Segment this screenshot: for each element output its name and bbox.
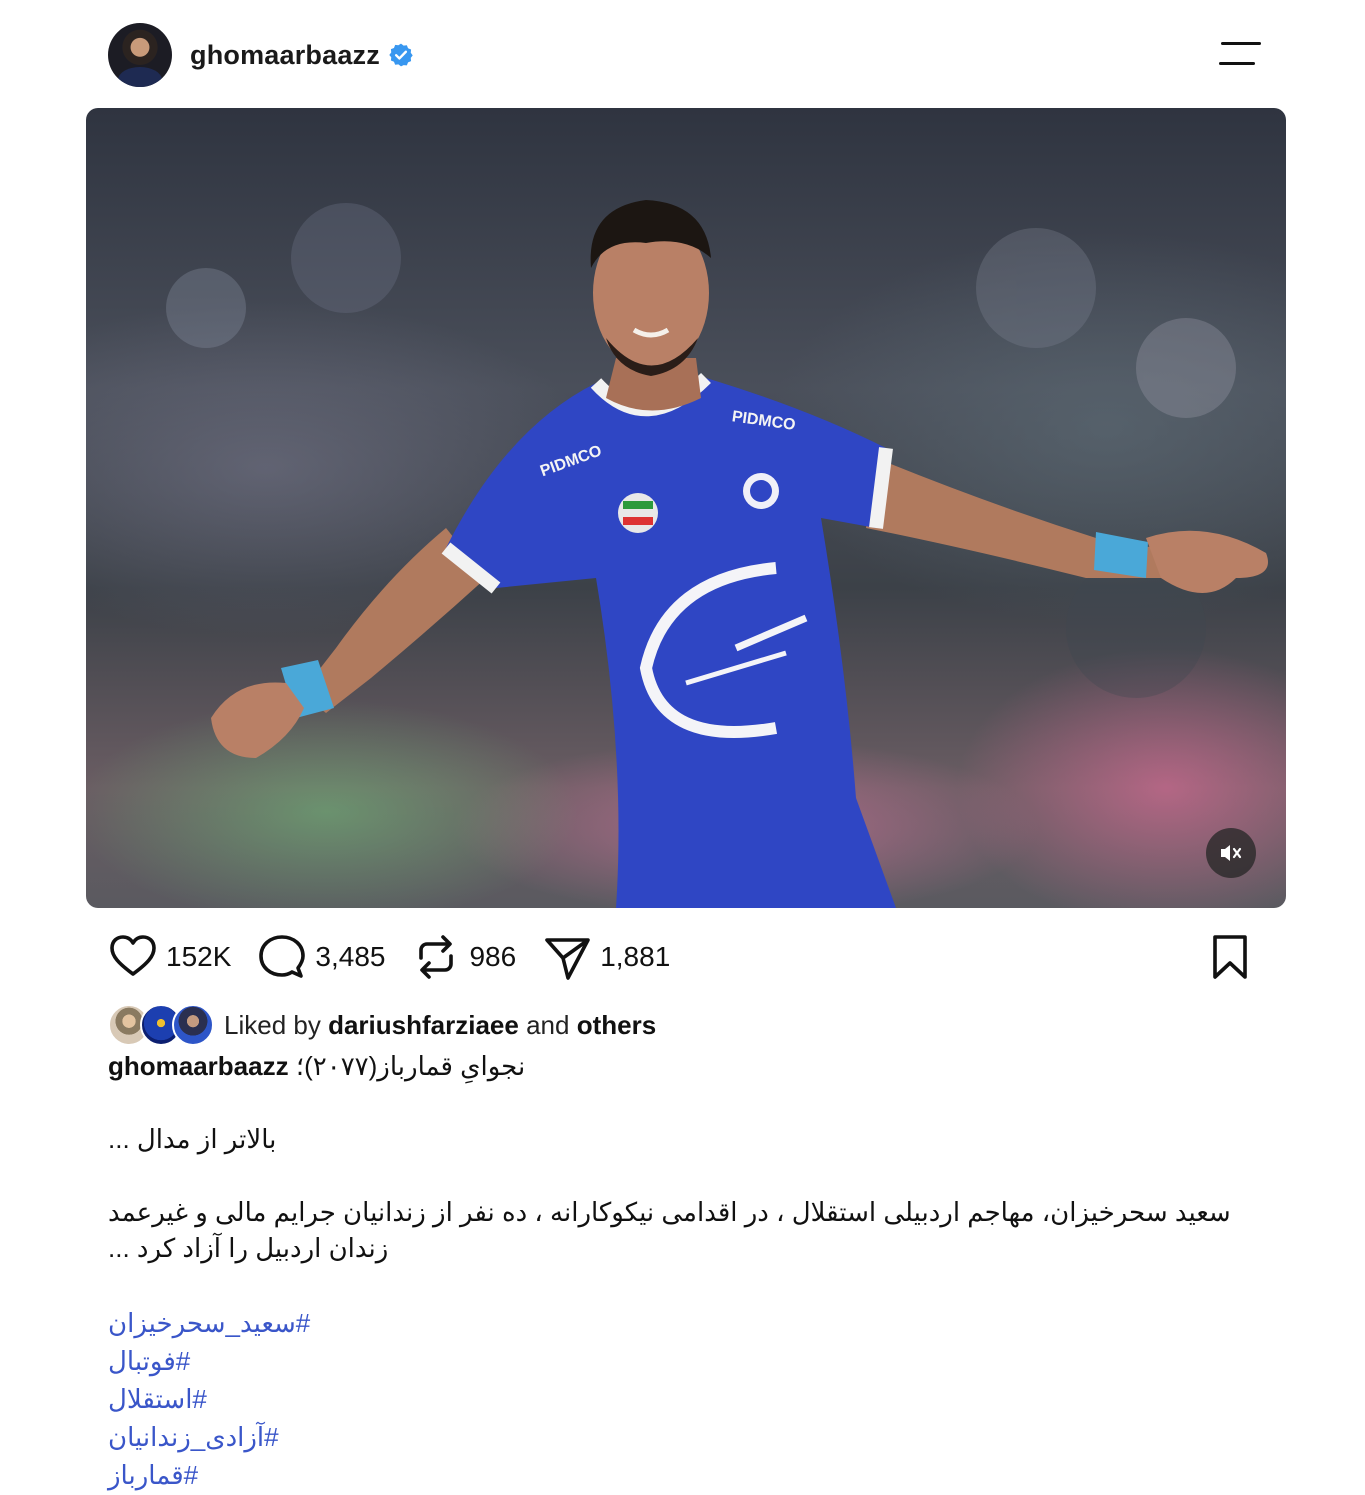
repost-button[interactable]: 986	[411, 932, 516, 982]
comment-count: 3,485	[315, 941, 386, 972]
caption-line: سعید سحرخیزان، مهاجم اردبیلی استقلال ، د…	[108, 1197, 1231, 1227]
liked-by-avatars[interactable]	[108, 1004, 214, 1046]
caption-username[interactable]: ghomaarbaazz	[108, 1048, 289, 1084]
comment-icon	[259, 935, 306, 978]
liked-by-prefix: Liked by	[224, 1009, 321, 1040]
caption-title: نجوایِ قمارباز(۲۰۷۷)؛	[295, 1051, 526, 1081]
repost-icon	[419, 935, 454, 979]
like-button[interactable]: 152K	[108, 932, 231, 982]
post-username[interactable]: ghomaarbaazz	[190, 40, 380, 71]
hashtag-link[interactable]: #قمارباز	[108, 1456, 1238, 1494]
comment-button[interactable]: 3,485	[257, 932, 385, 982]
menu-icon[interactable]	[1219, 42, 1261, 70]
caption-line: بالاتر از مدال ...	[108, 1124, 277, 1154]
hashtag-link[interactable]: #فوتبال	[108, 1342, 1238, 1380]
avatar[interactable]	[108, 23, 172, 87]
verified-badge-icon	[389, 43, 413, 67]
share-count: 1,881	[600, 941, 671, 972]
post-caption: ghomaarbaazz نجوایِ قمارباز(۲۰۷۷)؛ بالات…	[108, 1048, 1238, 1494]
heart-icon	[110, 935, 156, 976]
share-button[interactable]: 1,881	[542, 932, 670, 982]
player-photo: PIDMCO PIDMCO	[166, 200, 1268, 908]
hashtag-list: #سعید_سحرخیزان #فوتبال #استقلال #آزادی_ز…	[108, 1304, 1238, 1494]
post-media[interactable]: PIDMCO PIDMCO	[86, 108, 1286, 908]
liked-by: Liked by dariushfarziaee and others	[108, 1004, 656, 1046]
bookmark-icon[interactable]	[1205, 932, 1255, 982]
avatar	[172, 1004, 214, 1046]
hashtag-link[interactable]: #استقلال	[108, 1380, 1238, 1418]
repost-count: 986	[469, 941, 517, 972]
liked-by-others[interactable]: others	[577, 1010, 656, 1041]
liked-by-user[interactable]: dariushfarziaee	[328, 1010, 519, 1041]
caption-line: زندان اردبیل را آزاد کرد ...	[108, 1233, 389, 1263]
speaker-muted-icon	[1221, 845, 1242, 861]
mute-button[interactable]	[1206, 828, 1256, 878]
hashtag-link[interactable]: #سعید_سحرخیزان	[108, 1304, 1238, 1342]
like-count: 152K	[166, 941, 232, 972]
liked-by-and: and	[526, 1009, 570, 1040]
send-icon	[545, 938, 591, 980]
post-header: ghomaarbaazz	[108, 22, 1285, 88]
hashtag-link[interactable]: #آزادی_زندانیان	[108, 1418, 1238, 1456]
post-actions: 152K 3,485 986 1,881	[108, 928, 1265, 986]
